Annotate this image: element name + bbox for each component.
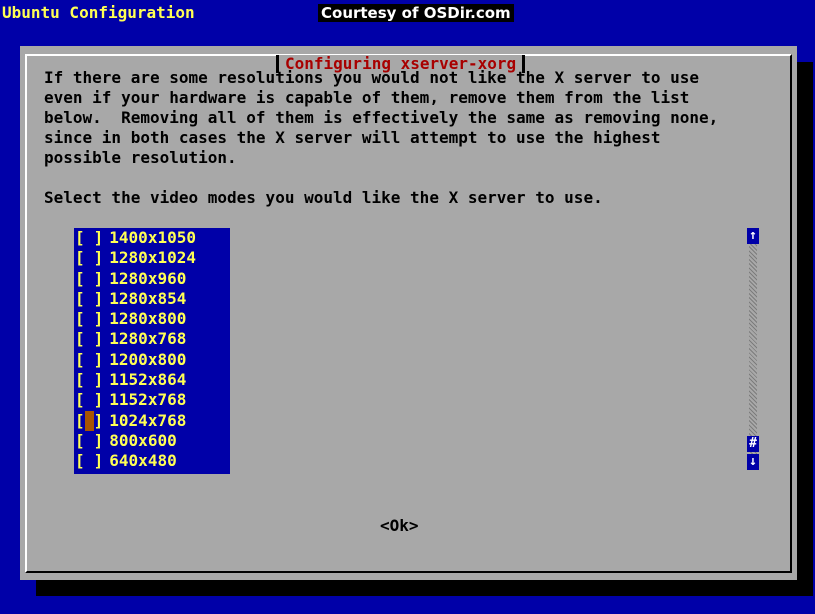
checkbox-open-bracket: [ <box>75 288 85 308</box>
video-mode-label: 1280x800 <box>109 309 187 329</box>
checkbox-unchecked-icon[interactable] <box>85 350 94 370</box>
checkbox-open-bracket: [ <box>75 228 85 247</box>
video-mode-label: 1400x1050 <box>109 228 196 247</box>
checkbox-unchecked-icon[interactable] <box>85 309 94 329</box>
checkbox-close-bracket: ] <box>93 430 104 450</box>
video-mode-item[interactable]: [ ] 1152x864 <box>74 370 230 390</box>
checkbox-close-bracket: ] <box>93 349 104 369</box>
checkbox-unchecked-icon[interactable] <box>85 228 94 248</box>
video-mode-label: 1152x864 <box>109 370 187 390</box>
checkbox-open-bracket: [ <box>75 248 85 268</box>
video-mode-item[interactable]: [ ] 1400x1050 <box>74 228 230 248</box>
checkbox-unchecked-icon[interactable] <box>85 289 94 309</box>
video-mode-item[interactable]: [ ] 1200x800 <box>74 350 230 370</box>
checkbox-close-bracket: ] <box>93 288 104 308</box>
video-mode-label: 1280x768 <box>109 329 187 349</box>
scroll-thumb-icon[interactable]: # <box>747 436 759 452</box>
video-mode-item[interactable]: [*] 1024x768 <box>74 410 230 431</box>
checkbox-close-bracket: ] <box>93 410 104 430</box>
video-mode-item[interactable]: [ ] 640x480 <box>74 451 230 471</box>
ok-button[interactable]: <Ok> <box>380 516 419 536</box>
checkbox-unchecked-icon[interactable] <box>85 329 94 349</box>
checkbox-open-bracket: [ <box>75 349 85 369</box>
checkbox-close-bracket: ] <box>93 309 104 329</box>
video-mode-item[interactable]: [ ] 1280x854 <box>74 289 230 309</box>
video-mode-item[interactable]: [ ] 1152x768 <box>74 390 230 410</box>
checkbox-unchecked-icon[interactable] <box>85 451 94 471</box>
video-mode-item[interactable]: [ ] 1280x768 <box>74 329 230 349</box>
scrollbar-track[interactable] <box>749 230 757 468</box>
video-mode-item[interactable]: [ ] 1280x960 <box>74 269 230 289</box>
video-mode-item[interactable]: [ ] 1280x800 <box>74 309 230 329</box>
video-mode-item[interactable]: [ ] 1280x1024 <box>74 248 230 268</box>
checkbox-open-bracket: [ <box>75 309 85 329</box>
video-mode-label: 1152x768 <box>109 390 187 410</box>
checkbox-open-bracket: [ <box>75 329 85 349</box>
config-dialog: Configuring xserver-xorg If there are so… <box>20 46 797 580</box>
checkbox-open-bracket: [ <box>75 451 85 471</box>
dialog-description: If there are some resolutions you would … <box>44 68 719 167</box>
checkbox-open-bracket: [ <box>75 410 85 430</box>
checkbox-unchecked-icon[interactable] <box>85 370 94 390</box>
checkbox-close-bracket: ] <box>93 228 104 247</box>
video-mode-list[interactable]: [ ] 1400x1050[ ] 1280x1024[ ] 1280x960[ ] 12… <box>74 228 230 474</box>
video-mode-label: 800x600 <box>109 430 177 450</box>
video-mode-label: 1024x768 <box>109 410 187 430</box>
checkbox-unchecked-icon[interactable] <box>85 248 94 268</box>
video-mode-item[interactable]: [ ] 800x600 <box>74 431 230 451</box>
video-mode-label: 1200x800 <box>109 349 187 369</box>
checkbox-close-bracket: ] <box>93 248 104 268</box>
checkbox-open-bracket: [ <box>75 390 85 410</box>
checkbox-close-bracket: ] <box>93 370 104 390</box>
checkbox-open-bracket: [ <box>75 370 85 390</box>
checkbox-close-bracket: ] <box>93 329 104 349</box>
checkbox-checked-icon[interactable]: * <box>84 410 94 431</box>
arrow-up-icon[interactable]: ↑ <box>747 228 759 244</box>
watermark: Courtesy of OSDir.com <box>318 4 514 22</box>
video-mode-label: 1280x960 <box>109 268 187 288</box>
checkbox-unchecked-icon[interactable] <box>85 390 94 410</box>
video-mode-label: 640x480 <box>109 451 177 471</box>
dialog-prompt: Select the video modes you would like th… <box>44 188 603 207</box>
checkbox-close-bracket: ] <box>93 451 104 471</box>
checkbox-unchecked-icon[interactable] <box>85 431 94 451</box>
backtitle: Ubuntu Configuration <box>2 3 195 22</box>
checkbox-open-bracket: [ <box>75 430 85 450</box>
checkbox-close-bracket: ] <box>93 390 104 410</box>
video-mode-label: 1280x854 <box>109 288 187 308</box>
video-mode-label: 1280x1024 <box>109 248 196 268</box>
checkbox-unchecked-icon[interactable] <box>85 269 94 289</box>
checkbox-close-bracket: ] <box>93 268 104 288</box>
checkbox-open-bracket: [ <box>75 268 85 288</box>
arrow-down-icon[interactable]: ↓ <box>747 454 759 470</box>
